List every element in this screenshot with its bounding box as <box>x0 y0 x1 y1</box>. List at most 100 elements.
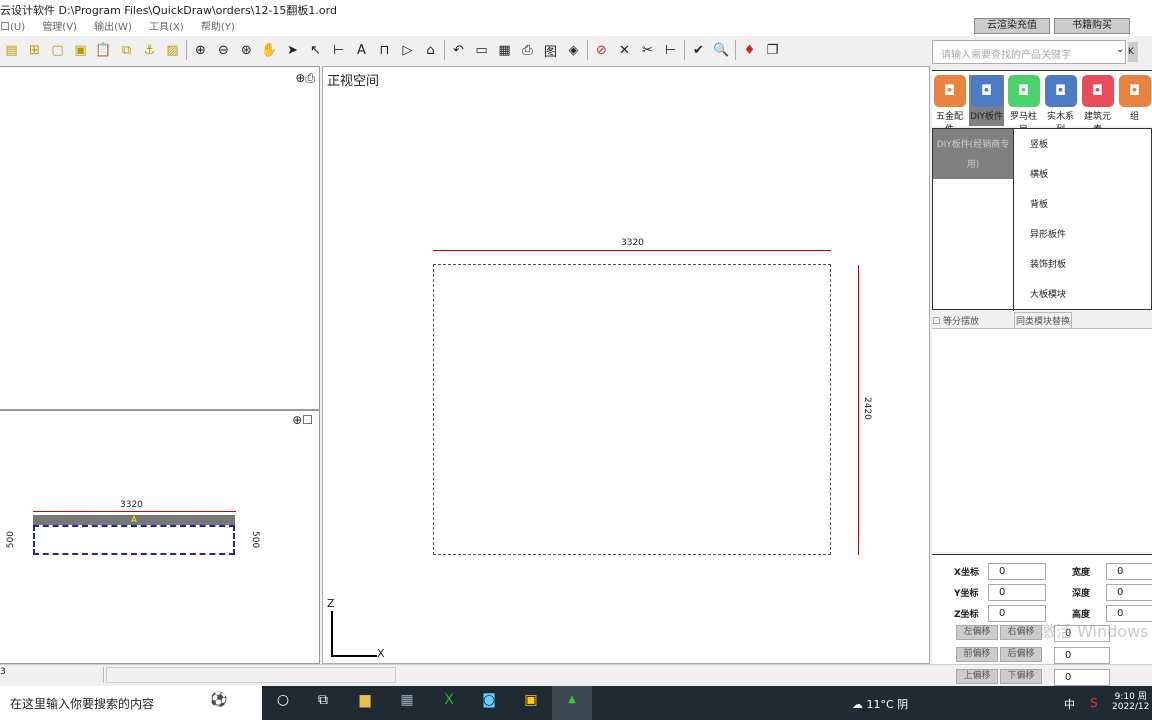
equal-distribute-checkbox[interactable]: ☐ 等分摆放 <box>932 314 979 327</box>
field-input[interactable]: 0 <box>1106 563 1152 580</box>
subitem[interactable]: 竖板 <box>1030 137 1048 150</box>
dropdown-icon[interactable]: ⌄ <box>1116 44 1124 55</box>
category-label: 组 <box>1129 112 1139 122</box>
k-button[interactable]: K <box>1128 42 1138 62</box>
field-label: Y坐标 <box>954 589 979 599</box>
dimension-icon[interactable]: ⊢ <box>327 39 350 61</box>
zoom-in-icon[interactable]: ⊕ <box>189 39 212 61</box>
field-input[interactable]: 0 <box>988 563 1046 580</box>
layout-icon[interactable]: ▤ <box>0 39 23 61</box>
cortana-icon[interactable]: ○ <box>272 692 294 714</box>
subitem[interactable]: 横板 <box>1030 167 1048 180</box>
measure-icon[interactable]: ⊢ <box>659 39 682 61</box>
ime-indicator[interactable]: 中 <box>1064 696 1075 712</box>
menu-item[interactable]: 口(U) <box>0 22 25 33</box>
hide-icon[interactable]: ◈ <box>562 39 585 61</box>
task-view-icon[interactable]: ⧉ <box>312 692 334 714</box>
offset-button[interactable]: 左偏移 <box>956 625 998 640</box>
category-0[interactable]: ◘五金配件 <box>932 75 967 135</box>
field-input[interactable]: 0 <box>988 584 1046 601</box>
hand-icon[interactable]: ✋ <box>258 39 281 61</box>
gem-icon[interactable]: ♦ <box>738 39 761 61</box>
cabinet-outline[interactable] <box>433 264 831 555</box>
app-icon[interactable]: ◙ <box>478 692 500 714</box>
zoom-fit-icon[interactable]: ⊕☐ <box>292 413 313 427</box>
clock[interactable]: 9:10 周 2022/12 <box>1112 689 1149 712</box>
menu-item[interactable]: 工具(X) <box>149 22 184 33</box>
side-height-dim: 500 <box>250 531 260 549</box>
status-bar: 3 <box>0 664 1152 684</box>
field-input[interactable]: 0 <box>1106 584 1152 601</box>
menu-item[interactable]: 帮助(Y) <box>201 22 235 33</box>
offset-button[interactable]: 右偏移 <box>1000 625 1042 640</box>
offset-input[interactable]: 0 <box>1054 647 1110 664</box>
board-outline[interactable] <box>33 525 235 555</box>
excel-icon[interactable]: X <box>438 692 460 714</box>
side-view-panel[interactable]: ⊕☐ 3320 A 500 500 <box>0 410 320 664</box>
window-icon[interactable]: ❐ <box>761 39 784 61</box>
soccer-icon[interactable]: ⚽ <box>208 692 230 714</box>
bed-icon: ◘ <box>1007 75 1040 107</box>
pointer-icon[interactable]: ➤ <box>281 39 304 61</box>
weather-text: 11°C 阴 <box>866 698 909 711</box>
box-add-icon[interactable]: ⧉ <box>115 39 138 61</box>
calculator-icon[interactable]: ▦ <box>396 692 418 714</box>
subitem[interactable]: 装饰封板 <box>1030 257 1066 270</box>
status-cell: 3 <box>0 667 104 683</box>
category-4[interactable]: ◘建筑元素 <box>1080 75 1115 135</box>
check-icon[interactable]: ✔ <box>687 39 710 61</box>
menu-item[interactable]: 输出(W) <box>94 22 132 33</box>
stop-icon[interactable]: ⊘ <box>590 39 613 61</box>
category-3[interactable]: ◘实木系列 <box>1043 75 1078 135</box>
activation-watermark: 激活 Windows <box>1040 622 1149 641</box>
chart-icon[interactable]: ▨ <box>161 39 184 61</box>
offset-button[interactable]: 前偏移 <box>956 647 998 662</box>
print-icon[interactable]: ⎙ <box>516 39 539 61</box>
category-5[interactable]: ◘ 组 <box>1117 75 1152 126</box>
subitem[interactable]: 异形板件 <box>1030 227 1066 240</box>
anchor-icon[interactable]: ⚓ <box>138 39 161 61</box>
quickdraw-task[interactable]: ▲ <box>552 686 592 720</box>
zoom-out-icon[interactable]: ⊖ <box>212 39 235 61</box>
select-icon[interactable]: ↖ <box>304 39 327 61</box>
sogou-icon[interactable]: S <box>1090 696 1098 710</box>
cut-icon[interactable]: ✂ <box>636 39 659 61</box>
field-input[interactable]: 0 <box>988 605 1046 622</box>
notes-icon[interactable]: ▣ <box>520 692 542 714</box>
search-icon[interactable]: 🔍 <box>710 39 733 61</box>
category-2[interactable]: ◘罗马柱目 <box>1006 75 1041 135</box>
delete-icon[interactable]: ✕ <box>613 39 636 61</box>
zoom-fit-icon[interactable]: ⊛ <box>235 39 258 61</box>
undo-icon[interactable]: ↶ <box>447 39 470 61</box>
cloud-render-button[interactable]: 云渲染充值 <box>974 18 1050 34</box>
subitem[interactable]: 背板 <box>1030 197 1048 210</box>
cube2-icon[interactable]: ▣ <box>69 39 92 61</box>
side-height-dim: 500 <box>6 531 16 549</box>
buy-books-button[interactable]: 书籍购买 <box>1054 18 1130 34</box>
calendar-icon[interactable]: ▭ <box>470 39 493 61</box>
product-search-input[interactable]: 请输入需要查找的产品关键字 <box>932 40 1126 64</box>
grid-icon[interactable]: ⊞ <box>23 39 46 61</box>
top-view-panel[interactable]: ⊕⎙ <box>0 66 320 410</box>
document-icon[interactable]: ▦ <box>493 39 516 61</box>
shape-icon[interactable]: ▷ <box>396 39 419 61</box>
category-group[interactable]: DIY板件(经销商专用) <box>933 129 1013 179</box>
zoom-fit-icon[interactable]: ⊕⎙ <box>295 71 315 86</box>
weather[interactable]: ☁ 11°C 阴 <box>852 696 908 712</box>
menu-item[interactable]: 管理(V) <box>42 22 77 33</box>
figure-icon[interactable]: 图 <box>539 39 562 61</box>
offset-button[interactable]: 后偏移 <box>1000 647 1042 662</box>
field-label: X坐标 <box>954 568 979 578</box>
replace-button[interactable]: 同类模块替换 <box>1014 312 1073 329</box>
text-icon[interactable]: A <box>350 39 373 61</box>
door-icon[interactable]: ⊓ <box>373 39 396 61</box>
front-view-panel[interactable]: 正视空间 3320 2420 Z X <box>322 66 930 664</box>
checkbox-label: 等分摆放 <box>942 317 979 327</box>
subitem[interactable]: 大板模块 <box>1030 287 1066 300</box>
house-icon[interactable]: ⌂ <box>419 39 442 61</box>
category-1[interactable]: ◘ DIY板件 <box>969 75 1004 126</box>
product-list[interactable] <box>932 328 1152 552</box>
clipboard-icon[interactable]: 📋 <box>92 39 115 61</box>
explorer-icon[interactable]: ▆ <box>354 692 376 714</box>
cube-icon[interactable]: ▢ <box>46 39 69 61</box>
